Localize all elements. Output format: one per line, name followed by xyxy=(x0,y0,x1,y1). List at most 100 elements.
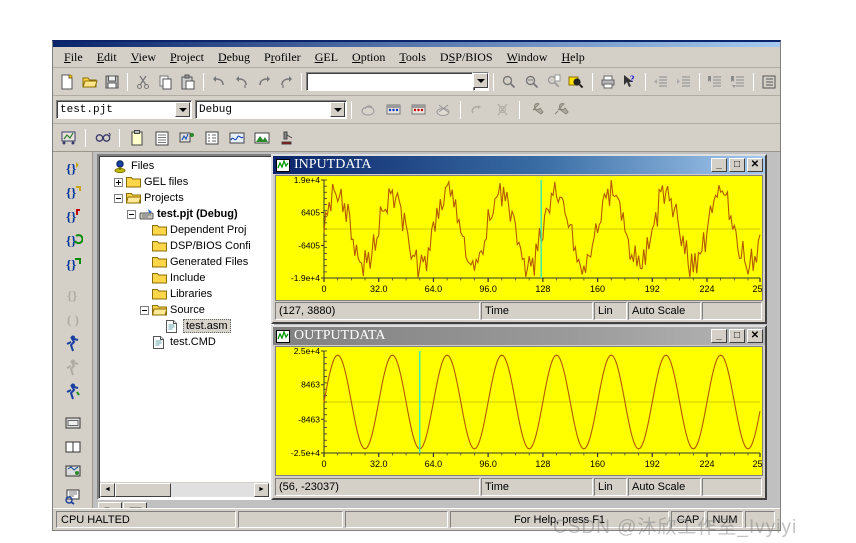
maximize-button[interactable]: □ xyxy=(729,158,745,172)
registers-icon[interactable] xyxy=(150,127,173,149)
menu-item-dsp-bios[interactable]: DSP/BIOS xyxy=(433,48,500,67)
bookmark-list-icon[interactable] xyxy=(759,71,779,93)
rebuild-all-icon[interactable] xyxy=(382,99,405,121)
step-into-icon[interactable]: {} xyxy=(60,156,86,179)
close-button[interactable]: ✕ xyxy=(747,329,763,343)
image-icon[interactable] xyxy=(250,127,273,149)
find-input[interactable] xyxy=(306,72,474,91)
menu-item-option[interactable]: Option xyxy=(345,48,392,67)
tree-node[interactable]: Files xyxy=(101,158,259,174)
outputdata-title-bar[interactable]: OUTPUTDATA _ □ ✕ xyxy=(273,327,765,345)
save-icon[interactable] xyxy=(102,71,122,93)
view-memory-icon[interactable] xyxy=(91,127,114,149)
tree-node[interactable]: Projects xyxy=(101,190,259,206)
disassembly-icon[interactable] xyxy=(60,484,86,507)
tree-node[interactable]: test.pjt (Debug) xyxy=(101,206,259,222)
build-all-icon[interactable] xyxy=(407,99,430,121)
minimize-button[interactable]: _ xyxy=(711,329,727,343)
find-in-files-icon[interactable] xyxy=(544,71,564,93)
minimize-button[interactable]: _ xyxy=(711,158,727,172)
graph-window-inputdata[interactable]: INPUTDATA _ □ ✕ 1.9e+4 6405 -6405 -1.9e+4 0 3… xyxy=(271,154,767,324)
cut-icon[interactable] xyxy=(133,71,153,93)
collapse-icon[interactable] xyxy=(114,193,123,203)
copy-icon[interactable] xyxy=(155,71,175,93)
inputdata-title-bar[interactable]: INPUTDATA _ □ ✕ xyxy=(273,156,765,174)
find-next-icon[interactable] xyxy=(522,71,542,93)
menu-item-project[interactable]: Project xyxy=(163,48,211,67)
find-highlight-icon[interactable] xyxy=(566,71,586,93)
menu-item-help[interactable]: Help xyxy=(554,48,591,67)
incremental-build-icon[interactable] xyxy=(491,99,514,121)
maximize-button[interactable]: □ xyxy=(729,329,745,343)
build-config-select-arrow[interactable] xyxy=(330,102,345,117)
collapse-icon[interactable] xyxy=(127,209,136,219)
project-select-arrow[interactable] xyxy=(175,102,190,117)
increase-indent-icon[interactable] xyxy=(674,71,694,93)
next-statement-icon[interactable]: {} xyxy=(60,284,86,307)
paste-icon[interactable] xyxy=(178,71,198,93)
collapse-icon[interactable] xyxy=(140,305,149,315)
close-button[interactable]: ✕ xyxy=(747,158,763,172)
inputdata-plot-area[interactable]: 1.9e+4 6405 -6405 -1.9e+4 0 32.0 64.0 96.0 128 16… xyxy=(275,175,763,301)
open-folder-icon[interactable] xyxy=(79,71,99,93)
menu-item-file[interactable]: File xyxy=(57,48,90,67)
list-icon[interactable] xyxy=(200,127,223,149)
plot-icon[interactable] xyxy=(225,127,248,149)
undo-all-icon[interactable] xyxy=(254,71,274,93)
step-out-icon[interactable]: {} xyxy=(60,204,86,227)
tree-node[interactable]: test.asm xyxy=(101,318,259,334)
tree-node[interactable]: GEL files xyxy=(101,174,259,190)
menu-item-edit[interactable]: Edit xyxy=(90,48,124,67)
run-to-cursor-icon[interactable]: {} xyxy=(60,228,86,251)
profile-icon[interactable] xyxy=(275,127,298,149)
memory-icon[interactable] xyxy=(60,436,86,459)
menu-item-view[interactable]: View xyxy=(124,48,163,67)
find-icon[interactable] xyxy=(499,71,519,93)
animate-icon[interactable] xyxy=(60,380,86,403)
print-icon[interactable] xyxy=(598,71,618,93)
tree-node[interactable]: Libraries xyxy=(101,286,259,302)
build-icon[interactable] xyxy=(357,99,380,121)
menu-item-gel[interactable]: GEL xyxy=(308,48,345,67)
goto-current-pc-icon[interactable]: {} xyxy=(60,252,86,275)
expand-icon[interactable] xyxy=(114,177,123,187)
redo-icon[interactable] xyxy=(231,71,251,93)
menu-item-tools[interactable]: Tools xyxy=(392,48,433,67)
halt-icon[interactable] xyxy=(60,356,86,379)
tree-node[interactable]: DSP/BIOS Confi xyxy=(101,238,259,254)
project-options-icon[interactable] xyxy=(525,99,548,121)
graph-icon[interactable] xyxy=(175,127,198,149)
redo-all-icon[interactable] xyxy=(276,71,296,93)
menu-item-window[interactable]: Window xyxy=(500,48,555,67)
watch-icon[interactable] xyxy=(60,412,86,435)
menu-item-profiler[interactable]: Profiler xyxy=(257,48,308,67)
project-select[interactable] xyxy=(56,100,192,119)
step-over-icon[interactable]: {} xyxy=(60,180,86,203)
scroll-right-button[interactable]: ► xyxy=(254,482,269,497)
bookmark-toggle-icon[interactable] xyxy=(705,71,725,93)
assembly-step-icon[interactable]: ( ) xyxy=(60,308,86,331)
scroll-track[interactable] xyxy=(171,482,254,497)
build-config-select[interactable] xyxy=(195,100,347,119)
tree-node[interactable]: Include xyxy=(101,270,259,286)
tree-node[interactable]: Dependent Proj xyxy=(101,222,259,238)
tree-node[interactable]: Generated Files xyxy=(101,254,259,270)
file-options-icon[interactable] xyxy=(550,99,573,121)
context-help-icon[interactable]: ? xyxy=(620,71,640,93)
watch-window-icon[interactable] xyxy=(57,127,80,149)
bookmark-next-icon[interactable] xyxy=(727,71,747,93)
scroll-left-button[interactable]: ◄ xyxy=(100,482,115,497)
compile-file-icon[interactable] xyxy=(466,99,489,121)
new-file-icon[interactable] xyxy=(57,71,77,93)
graph-window-outputdata[interactable]: OUTPUTDATA _ □ ✕ 2.5e+4 8463 -8463 -2.5e+4 0… xyxy=(271,325,767,500)
tree-node[interactable]: test.CMD xyxy=(101,334,259,350)
scroll-thumb[interactable] xyxy=(115,482,171,497)
outputdata-plot-area[interactable]: 2.5e+4 8463 -8463 -2.5e+4 0 32.0 64.0 96.0 128 16… xyxy=(275,346,763,476)
undo-icon[interactable] xyxy=(209,71,229,93)
project-tree[interactable]: Files GEL files Projects test.pjt (Debug) De… xyxy=(101,158,259,454)
find-dropdown-button[interactable] xyxy=(473,72,490,91)
project-view-panel[interactable]: Files GEL files Projects test.pjt (Debug) De… xyxy=(97,154,274,500)
run-icon[interactable] xyxy=(60,332,86,355)
menu-item-debug[interactable]: Debug xyxy=(211,48,257,67)
stop-build-icon[interactable] xyxy=(432,99,455,121)
